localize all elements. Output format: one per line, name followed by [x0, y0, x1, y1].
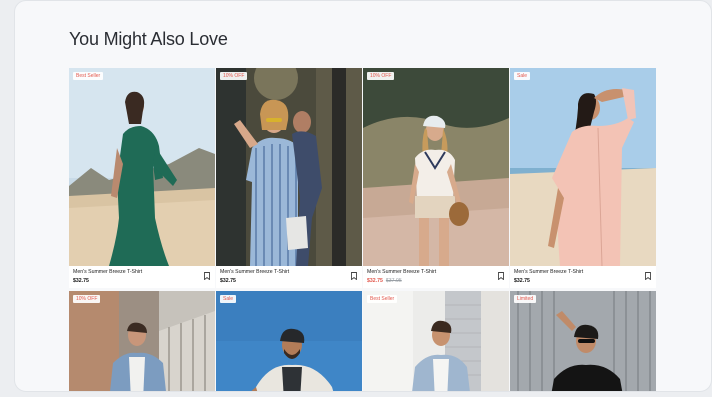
product-name[interactable]: Men's Summer Breeze T-Shirt [367, 269, 505, 275]
product-image[interactable]: Sale [216, 291, 362, 391]
product-name[interactable]: Men's Summer Breeze T-Shirt [220, 269, 358, 275]
bookmark-icon[interactable] [351, 272, 357, 280]
product-photo [216, 291, 362, 391]
product-card[interactable]: Sale [216, 291, 362, 391]
product-info: Men's Summer Breeze T-Shirt $32.75 [69, 266, 215, 288]
product-badge: 10% OFF [367, 72, 395, 80]
product-price: $32.75 [514, 278, 530, 284]
product-badge: Best Seller [73, 72, 104, 80]
product-price: $32.75 $37.95 [367, 278, 505, 284]
product-grid: Best Seller Men's Summer Breeze T-Shirt … [69, 68, 656, 391]
product-card[interactable]: 10% OFF Men's Summer Breeze T-Shirt $32.… [216, 68, 362, 288]
product-name[interactable]: Men's Summer Breeze T-Shirt [73, 269, 211, 275]
product-photo [69, 291, 215, 391]
product-card[interactable]: Sale Men's Summer Breeze T-Shirt $32.75 [510, 68, 656, 288]
product-card[interactable]: Best Seller Men's Summer Breeze T-Shirt … [69, 68, 215, 288]
product-image[interactable]: Best Seller [69, 68, 215, 266]
product-badge: Best Seller [367, 295, 398, 303]
product-badge: 10% OFF [73, 295, 101, 303]
product-info: Men's Summer Breeze T-Shirt $32.75 [216, 266, 362, 288]
product-price: $32.75 [220, 278, 236, 284]
product-badge: Sale [514, 72, 531, 80]
sale-price: $32.75 [367, 278, 383, 284]
product-price: $32.75 [73, 278, 89, 284]
product-photo [69, 68, 215, 266]
original-price: $37.95 [385, 278, 402, 284]
product-photo [510, 68, 656, 266]
product-image[interactable]: Sale [510, 68, 656, 266]
product-image[interactable]: Limited [510, 291, 656, 391]
product-image[interactable]: 10% OFF [69, 291, 215, 391]
product-image[interactable]: Best Seller [363, 291, 509, 391]
product-card[interactable]: 10% OFF Men's Summer Breeze T-Shirt $32.… [363, 68, 509, 288]
product-badge: 10% OFF [220, 72, 248, 80]
product-badge: Sale [220, 295, 237, 303]
bookmark-icon[interactable] [498, 272, 504, 280]
bookmark-icon[interactable] [204, 272, 210, 280]
product-card[interactable]: 10% OFF [69, 291, 215, 391]
section-title: You Might Also Love [69, 29, 228, 49]
product-card[interactable]: Best Seller [363, 291, 509, 391]
product-badge: Limited [514, 295, 537, 303]
product-photo [216, 68, 362, 266]
product-card[interactable]: Limited [510, 291, 656, 391]
product-image[interactable]: 10% OFF [216, 68, 362, 266]
recommendations-panel: You Might Also Love Best Seller Men's Su… [14, 0, 712, 392]
product-name[interactable]: Men's Summer Breeze T-Shirt [514, 269, 652, 275]
bookmark-icon[interactable] [645, 272, 651, 280]
product-info: Men's Summer Breeze T-Shirt $32.75 [510, 266, 656, 288]
product-photo [510, 291, 656, 391]
product-photo [363, 68, 509, 266]
product-info: Men's Summer Breeze T-Shirt $32.75 $37.95 [363, 266, 509, 288]
product-image[interactable]: 10% OFF [363, 68, 509, 266]
product-photo [363, 291, 509, 391]
